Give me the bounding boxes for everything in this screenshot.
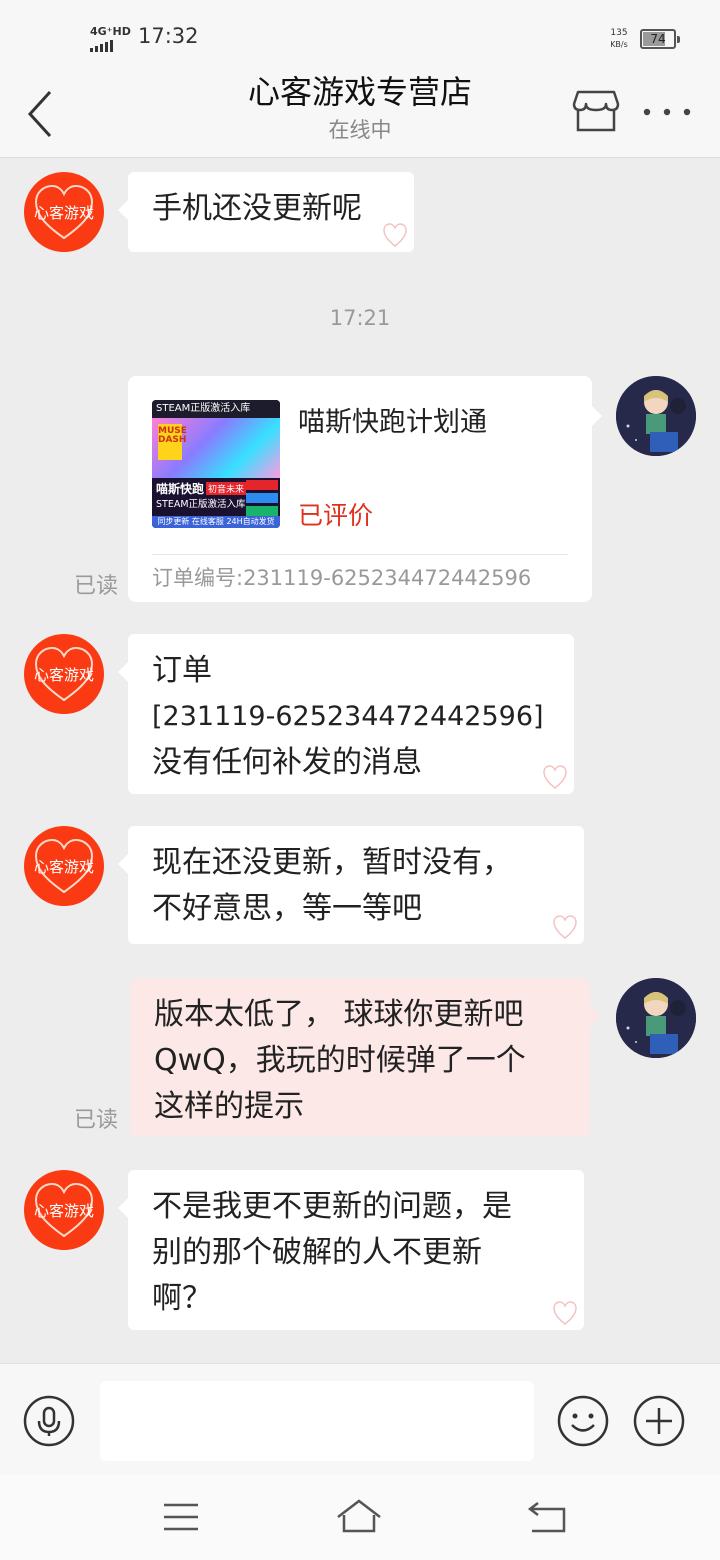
shop-avatar[interactable]: 心客游戏 — [24, 634, 104, 714]
shop-avatar[interactable]: 心客游戏 — [24, 172, 104, 252]
thumb-footer: 同步更新 在线客服 24H自动发货 — [152, 516, 280, 528]
message-line: 这样的提示 — [154, 1089, 304, 1124]
product-card[interactable]: STEAM正版激活入库 MUSE DASH 喵斯快跑 初音未来 STEAM正版激… — [128, 376, 602, 602]
shop-avatar[interactable]: 心客游戏 — [24, 1170, 104, 1250]
message-text: 手机还没更新呢 — [152, 191, 362, 226]
time-separator: 17:21 — [329, 306, 391, 330]
thumb-top-label: STEAM正版激活入库 — [152, 400, 280, 418]
network-indicator: 4G⁺HD — [90, 25, 131, 38]
store-button[interactable] — [572, 88, 620, 134]
status-bar: 4G⁺HD 17:32 135 KB/s 74 — [0, 0, 720, 72]
message-line: 不好意思，等一等吧 — [152, 891, 422, 926]
status-time: 17:32 — [138, 24, 199, 48]
microphone-icon — [23, 1395, 75, 1447]
message-line: 订单 — [152, 653, 212, 688]
plus-button[interactable] — [632, 1394, 686, 1448]
anime-avatar-icon — [616, 376, 696, 456]
stamp-icon — [383, 223, 407, 247]
message-bubble[interactable]: 版本太低了， 球球你更新吧 QwQ，我玩的时候弹了一个 这样的提示 — [130, 978, 600, 1136]
message-bubble[interactable]: 手机还没更新呢 — [118, 172, 414, 252]
svg-text:心客游戏: 心客游戏 — [34, 204, 94, 222]
system-nav-bar — [0, 1475, 720, 1560]
message-line: 没有任何补发的消息 — [152, 745, 422, 780]
emoji-button[interactable] — [556, 1394, 610, 1448]
thumb-badges — [246, 480, 278, 519]
message-bubble[interactable]: 订单 [231119-6252344724425​96] 没有任何补发的消息 — [118, 634, 574, 794]
chat-area[interactable]: 心客游戏 手机还没更新呢 17:21 STEAM正版激活入库 MUSE DASH… — [0, 158, 720, 1363]
heart-logo-icon: 心客游戏 — [34, 1182, 94, 1238]
message-line: 版本太低了， 球球你更新吧 — [154, 997, 524, 1032]
review-status: 已评价 — [298, 501, 374, 530]
heart-logo-icon: 心客游戏 — [34, 838, 94, 894]
message-line: 现在还没更新，暂时没有， — [152, 845, 512, 880]
message-line: 别的那个破解的人不更新 — [152, 1235, 482, 1270]
input-bar — [0, 1363, 720, 1475]
battery-icon: 74 — [640, 29, 680, 49]
stamp-icon — [553, 1301, 577, 1325]
message-line: 不是我更不更新的问题，是 — [152, 1189, 512, 1224]
order-number: 订单编号:231119-6252344724425​96 — [152, 566, 532, 590]
plus-icon — [633, 1395, 685, 1447]
emoji-icon — [557, 1395, 609, 1447]
thumb-subtitle: STEAM正版激活入库 — [156, 499, 246, 510]
read-receipt: 已读 — [74, 574, 119, 599]
user-avatar[interactable] — [616, 978, 696, 1058]
message-line: QwQ，我玩的时候弹了一个 — [154, 1043, 526, 1078]
more-icon — [643, 108, 691, 116]
back-icon — [527, 1502, 566, 1533]
signal-icon — [90, 40, 113, 52]
voice-button[interactable] — [22, 1394, 76, 1448]
message-input[interactable] — [100, 1381, 534, 1461]
network-speed: 135 KB/s — [604, 28, 634, 50]
battery-level: 74 — [650, 32, 666, 46]
anime-avatar-icon — [616, 978, 696, 1058]
user-avatar[interactable] — [616, 376, 696, 456]
message-bubble[interactable]: 不是我更不更新的问题，是 别的那个破解的人不更新 啊？ — [118, 1170, 584, 1330]
menu-icon — [164, 1503, 198, 1531]
stamp-icon — [543, 765, 567, 789]
svg-text:心客游戏: 心客游戏 — [34, 1202, 94, 1220]
svg-text:心客游戏: 心客游戏 — [34, 858, 94, 876]
thumb-logo: MUSE DASH — [158, 424, 187, 460]
store-icon — [572, 90, 620, 132]
chat-header: 心客游戏专营店 在线中 — [0, 72, 720, 158]
svg-text:心客游戏: 心客游戏 — [34, 666, 94, 684]
home-button[interactable] — [334, 1497, 384, 1537]
thumb-tag: 初音未来 — [206, 482, 247, 495]
more-button[interactable] — [642, 102, 692, 122]
product-name: 喵斯快跑计划通 — [298, 407, 487, 438]
product-thumbnail[interactable]: STEAM正版激活入库 MUSE DASH 喵斯快跑 初音未来 STEAM正版激… — [152, 400, 280, 528]
thumb-title: 喵斯快跑 — [156, 482, 205, 496]
card-divider — [152, 554, 568, 555]
home-icon — [337, 1499, 381, 1533]
heart-logo-icon: 心客游戏 — [34, 184, 94, 240]
message-line: 啊？ — [152, 1281, 212, 1316]
heart-logo-icon: 心客游戏 — [34, 646, 94, 702]
stamp-icon — [553, 915, 577, 939]
speed-unit: KB/s — [610, 40, 628, 49]
menu-button[interactable] — [156, 1497, 206, 1537]
shop-avatar[interactable]: 心客游戏 — [24, 826, 104, 906]
speed-value: 135 — [610, 28, 628, 38]
back-nav-button[interactable] — [522, 1497, 572, 1537]
message-line: [231119-6252344724425​96] — [152, 701, 544, 732]
message-bubble[interactable]: 现在还没更新，暂时没有， 不好意思，等一等吧 — [118, 826, 584, 944]
read-receipt: 已读 — [74, 1108, 119, 1133]
